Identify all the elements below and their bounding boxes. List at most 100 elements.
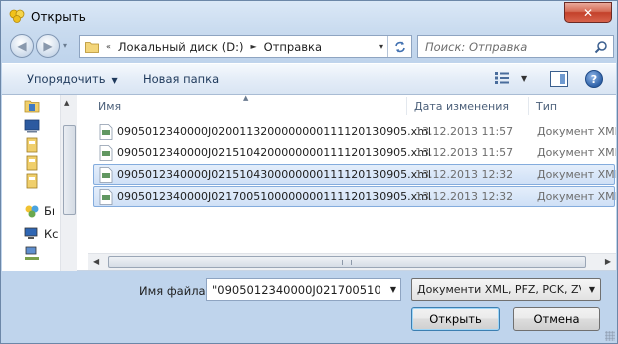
search-placeholder: Поиск: Отправка: [425, 39, 528, 54]
open-button[interactable]: Открыть: [411, 307, 500, 331]
organize-label: Упорядочить: [27, 72, 106, 86]
preview-pane-icon[interactable]: [550, 71, 568, 87]
help-icon: ?: [590, 72, 598, 86]
homegroup-icon: [25, 205, 39, 218]
chevron-down-icon[interactable]: ▼: [390, 285, 396, 294]
forward-arrow-icon: ▶: [43, 39, 53, 53]
filename-label: Имя файла:: [139, 284, 210, 298]
file-date: 13.12.2013 12:32: [415, 190, 514, 203]
nav-pane-scroll-thumb[interactable]: [63, 125, 76, 215]
address-overflow-chevron[interactable]: «: [106, 42, 111, 51]
breadcrumb-separator[interactable]: ►: [251, 42, 257, 51]
file-type: Документ XML: [537, 125, 616, 138]
file-type: Документ XML: [537, 190, 616, 203]
horizontal-scroll-thumb[interactable]: [108, 256, 586, 268]
nav-item-network[interactable]: [24, 246, 40, 262]
address-history-dropdown[interactable]: ▾: [379, 42, 383, 51]
xml-file-icon: [99, 167, 113, 183]
back-arrow-icon: ◀: [17, 39, 27, 53]
file-name: 0905012340000J02151043000000001111201309…: [117, 168, 431, 181]
library-icon: [26, 155, 38, 171]
file-name: 0905012340000J02001132000000001111201309…: [117, 125, 431, 138]
file-name: 0905012340000J02170051000000001111201309…: [117, 190, 431, 203]
nav-item-library-3[interactable]: [24, 173, 40, 189]
nav-item-library-1[interactable]: [24, 137, 40, 153]
file-type-filter-value: Документи XML, PFZ, PCK, ZVI: [417, 283, 581, 296]
column-name[interactable]: Имя: [98, 100, 121, 113]
back-button[interactable]: ◀: [10, 34, 34, 58]
file-date: 13.12.2013 11:57: [415, 146, 514, 159]
folder-icon: [85, 41, 99, 53]
file-type: Документ XML: [537, 146, 616, 159]
command-bar: Упорядочить ▼ Новая папка ▼ ?: [2, 63, 616, 95]
content-area: Бı Кс ▲ ▲ Имя Дата изменения Тип 0905012…: [2, 95, 616, 271]
scroll-up-icon[interactable]: ▲: [64, 99, 69, 107]
file-row[interactable]: 0905012340000J02001132000000001111201309…: [93, 121, 616, 142]
column-separator[interactable]: [528, 97, 529, 115]
sort-ascending-icon: ▲: [243, 95, 249, 102]
navigation-pane: Бı Кс ▲: [2, 95, 77, 271]
breadcrumb-drive[interactable]: Локальный диск (D:): [118, 40, 244, 54]
chevron-down-icon: ▼: [111, 76, 118, 85]
column-type[interactable]: Тип: [536, 100, 557, 113]
file-row-selected[interactable]: 0905012340000J02170051000000001111201309…: [93, 186, 616, 207]
network-icon: [25, 246, 39, 260]
filename-field[interactable]: "0905012340000J021700510000( ▼: [206, 278, 401, 301]
computer-icon: [24, 227, 38, 239]
file-name: 0905012340000J02151042000000001111201309…: [117, 146, 431, 159]
search-input[interactable]: Поиск: Отправка: [417, 35, 614, 58]
close-icon: ✕: [582, 5, 594, 20]
nav-item-desktop[interactable]: [24, 118, 40, 134]
file-type-filter-select[interactable]: Документи XML, PFZ, PCK, ZVI ▼: [411, 278, 601, 301]
file-list-horizontal-scrollbar[interactable]: ◀ ▶: [88, 253, 616, 270]
nav-item-label: Кс: [44, 227, 59, 241]
xml-file-icon: [99, 124, 113, 140]
desktop-icon: [24, 119, 40, 133]
column-separator[interactable]: [406, 97, 407, 115]
nav-pane-scrollbar[interactable]: ▲: [60, 95, 77, 271]
file-list: ▲ Имя Дата изменения Тип 0905012340000J0…: [88, 95, 616, 253]
navigation-bar: ◀ ▶ ▾ « Локальный диск (D:) ► Отправка ▾: [1, 31, 617, 59]
filename-value: "0905012340000J021700510000(: [212, 283, 380, 297]
file-type: Документ XML: [537, 168, 616, 181]
new-folder-button[interactable]: Новая папка: [143, 72, 219, 86]
help-button[interactable]: ?: [585, 70, 603, 88]
library-icon: [26, 137, 38, 153]
nav-item-homegroup[interactable]: Бı: [24, 203, 55, 219]
app-icon: [9, 9, 25, 23]
folder-icon: [24, 100, 40, 113]
scroll-grip: [342, 260, 352, 265]
close-button[interactable]: ✕: [564, 2, 612, 23]
recent-pages-dropdown[interactable]: ▾: [63, 41, 67, 50]
library-icon: [26, 173, 38, 189]
xml-file-icon: [99, 145, 113, 161]
column-header-row: ▲ Имя Дата изменения Тип: [88, 95, 616, 117]
forward-button[interactable]: ▶: [36, 34, 60, 58]
open-file-dialog: Открыть ✕ ◀ ▶ ▾ « Локальный диск (D:) ► …: [0, 0, 618, 344]
scroll-left-icon[interactable]: ◀: [93, 257, 99, 266]
file-date: 13.12.2013 12:32: [415, 168, 514, 181]
file-row-selected[interactable]: 0905012340000J02151043000000001111201309…: [93, 164, 616, 185]
organize-button[interactable]: Упорядочить ▼: [27, 72, 118, 86]
view-options-dropdown[interactable]: ▼: [521, 74, 527, 83]
column-date[interactable]: Дата изменения: [414, 100, 509, 113]
breadcrumb-folder[interactable]: Отправка: [264, 40, 322, 54]
nav-item-library-2[interactable]: [24, 155, 40, 171]
window-title: Открыть: [31, 10, 86, 24]
file-row[interactable]: 0905012340000J02151042000000001111201309…: [93, 142, 616, 163]
scroll-right-icon[interactable]: ▶: [605, 257, 611, 266]
address-bar[interactable]: « Локальный диск (D:) ► Отправка ▾: [79, 35, 412, 58]
nav-item-folder[interactable]: [24, 98, 40, 114]
title-bar[interactable]: Открыть ✕: [1, 1, 617, 31]
xml-file-icon: [99, 189, 113, 205]
resize-grip[interactable]: [605, 331, 615, 341]
search-icon[interactable]: [594, 40, 608, 54]
nav-item-label: Бı: [44, 204, 56, 218]
refresh-icon: [394, 41, 405, 52]
nav-item-computer[interactable]: Кс: [24, 226, 59, 242]
refresh-button[interactable]: [387, 36, 411, 57]
chevron-down-icon: ▼: [588, 285, 595, 294]
change-view-icon[interactable]: [495, 72, 509, 84]
file-date: 13.12.2013 11:57: [415, 125, 514, 138]
cancel-button[interactable]: Отмена: [513, 307, 600, 331]
